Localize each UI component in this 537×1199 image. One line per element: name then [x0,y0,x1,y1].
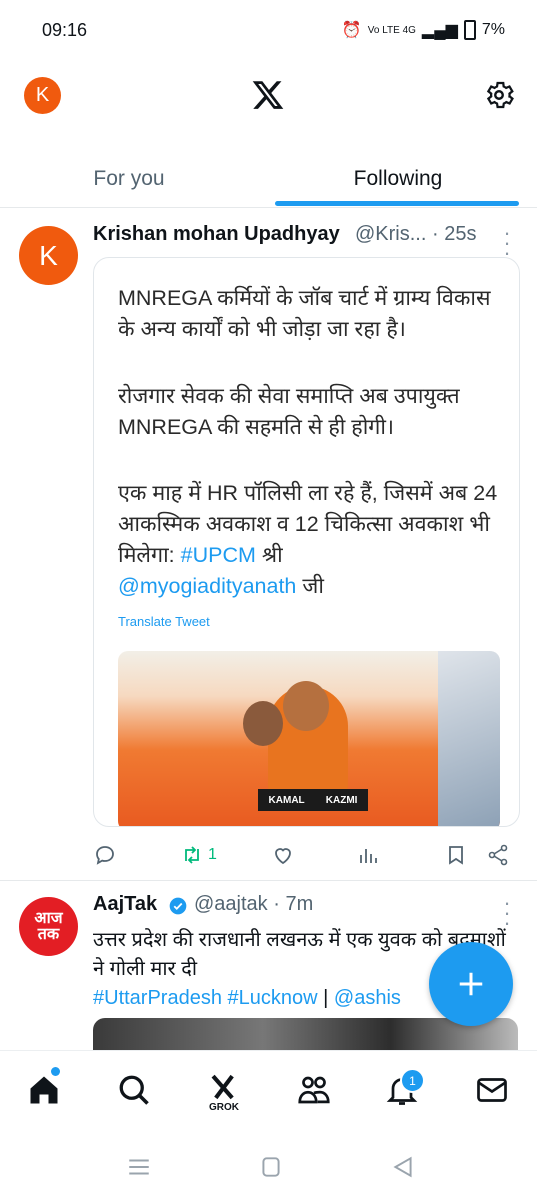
grok-icon[interactable] [207,1072,241,1102]
embed-ji: जी [296,574,324,598]
communities-icon[interactable] [296,1072,332,1108]
photo-podium-sign: KAMAL KAZMI [258,789,368,811]
home-system-icon[interactable] [258,1150,284,1184]
podium-sign-left: KAMAL [268,794,305,806]
tab-following[interactable]: Following [278,150,518,208]
status-time: 09:16 [42,20,88,40]
retweet-count: 1 [208,846,217,863]
more-options-icon[interactable]: · · · [501,222,513,264]
battery-icon [463,20,476,40]
embed-shri: श्री [255,543,283,567]
network-indicator: Vo LTE 4G [367,24,416,36]
share-button[interactable] [486,842,510,868]
heart-icon [275,848,291,865]
aajtak-avatar[interactable]: आज तक [19,897,78,956]
bottom-nav [0,1050,537,1141]
tweet-handle: @Kris... [355,223,427,245]
share-icon [488,844,508,866]
views-button[interactable] [356,842,380,868]
search-icon[interactable] [116,1072,152,1108]
mention-link[interactable]: @ashis [334,987,401,1009]
podium-sign-right: KAZMI [325,794,358,806]
tweet-author-handle: @Kris... · 25s [355,223,476,246]
messages-envelope-icon[interactable] [474,1072,510,1108]
embed-paragraph-1: MNREGA कर्मियों के जॉब चार्ट में ग्राम्य… [118,286,491,341]
divider [0,207,537,208]
reply-button[interactable] [93,842,117,868]
more-options-icon[interactable]: · · · [501,892,513,934]
hashtag-link[interactable]: #UPCM [181,543,256,567]
verified-badge-icon [169,897,187,915]
profile-avatar-button[interactable]: K [24,77,61,114]
gear-icon[interactable] [482,78,516,112]
bookmark-button[interactable] [444,842,468,868]
embed-paragraph-3: एक माह में HR पॉलिसी ला रहे हैं, जिसमें … [118,478,508,602]
divider [0,880,537,881]
tweet-author-handle: @aajtak · 7m [194,893,314,915]
tweet-time: · 25s [431,223,477,245]
tweet-author-name[interactable]: AajTak [93,893,157,916]
tweet-author-avatar[interactable]: K [19,226,78,285]
notifications-badge: 1 [400,1068,425,1093]
bookmark-icon [449,846,463,865]
tweet-media-card[interactable]: MNREGA कर्मियों के जॉब चार्ट में ग्राम्य… [93,257,520,827]
tab-for-you[interactable]: For you [0,150,258,208]
tweet-photo[interactable]: KAMAL KAZMI [118,651,500,826]
translate-tweet-link[interactable]: Translate Tweet [118,614,210,629]
retweet-button[interactable]: 1 [180,842,217,868]
tweet-author-name[interactable]: Krishan mohan Upadhyay [93,223,340,246]
photo-person-2 [243,701,283,746]
back-icon[interactable] [390,1150,416,1184]
recent-apps-icon[interactable] [126,1150,152,1184]
plus-icon [459,972,483,996]
home-new-indicator [51,1067,60,1076]
home-icon[interactable] [26,1072,62,1108]
hashtag-links[interactable]: #UttarPradesh #Lucknow [93,987,318,1009]
x-logo-icon[interactable] [251,78,285,112]
status-icons: ⏰ Vo LTE 4G ▂▄▆ 7% [342,20,505,40]
battery-level: 7% [481,21,505,38]
reply-icon [96,846,114,865]
text-separator: | [317,987,334,1009]
embed-paragraph-3-text: एक माह में HR पॉलिसी ला रहे हैं, जिसमें … [118,481,498,567]
photo-side-panel [438,651,500,826]
alarm-icon: ⏰ [341,22,362,39]
aajtak-logo-text: आज तक [34,909,63,943]
grok-label: GROK [209,1102,239,1113]
like-button[interactable] [271,842,295,868]
retweet-icon [185,846,199,864]
photo-face [283,681,329,731]
views-icon [360,849,377,863]
embed-paragraph-2: रोजगार सेवक की सेवा समाप्ति अब उपायुक्त … [118,384,460,439]
active-tab-indicator [275,201,519,206]
compose-button[interactable] [429,942,513,1026]
mention-link[interactable]: @myogiadityanath [118,574,296,598]
signal-icon: ▂▄▆ [421,22,458,39]
